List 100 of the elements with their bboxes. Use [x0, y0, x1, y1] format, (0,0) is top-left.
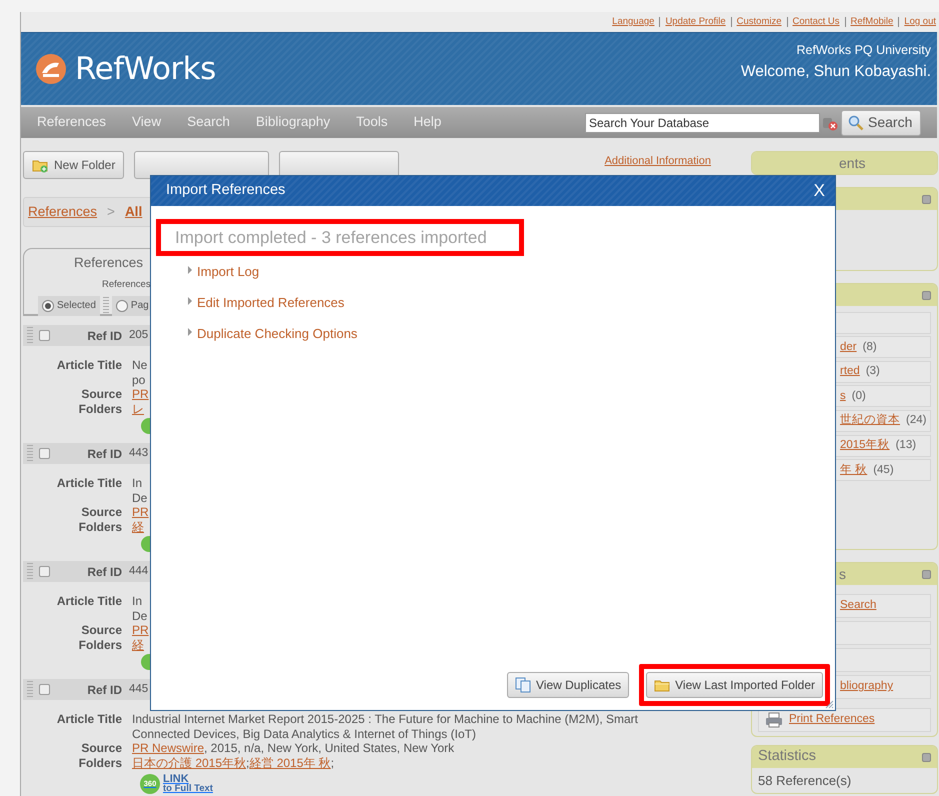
field-value: Ne — [132, 358, 148, 372]
close-button[interactable]: X — [814, 178, 825, 204]
folder-link[interactable]: der — [840, 338, 857, 356]
field-label: Article Title — [56, 594, 122, 610]
panel-title: s — [839, 564, 846, 584]
dialog-link[interactable]: Edit Imported References — [197, 292, 344, 312]
field-value: Industrial Internet Market Report 2015-2025 : The Future for Machine to Machine (M2M), Smart Connected Devices, Big Data Analytics & Internet of Things (IoT) — [132, 712, 640, 741]
panel-title: References — [74, 254, 144, 272]
panel-title: ents — [839, 154, 866, 172]
dialog-link[interactable]: Duplicate Checking Options — [197, 324, 358, 344]
triangle-icon — [188, 266, 192, 274]
field-label: Source — [80, 623, 122, 638]
breadcrumb-link[interactable]: References — [28, 202, 98, 222]
field-label: Ref ID — [86, 446, 122, 462]
folder-link[interactable]: 世紀の資本 — [840, 412, 900, 430]
breadcrumb-separator: > — [107, 202, 115, 221]
field-link[interactable]: 日本の介護 2015年秋 — [132, 756, 246, 770]
field-value: po — [132, 372, 146, 387]
folder-link[interactable]: 年 秋 — [840, 462, 868, 479]
search-button[interactable]: Search — [841, 110, 921, 136]
field-link[interactable]: 経 — [132, 638, 144, 652]
top-link[interactable]: Update Profile — [665, 17, 726, 27]
nav-item[interactable]: References — [37, 112, 106, 133]
new-folder-button[interactable]: New Folder — [23, 151, 124, 179]
radio-label: Selected — [57, 299, 96, 313]
badge-icon — [141, 418, 151, 434]
folder-link[interactable]: s — [840, 388, 846, 405]
field-label: Ref ID — [86, 328, 122, 344]
sidebar-link[interactable]: Print References — [758, 708, 931, 732]
folder-count: (45) — [873, 462, 894, 478]
link-subtitle: to Full Text — [163, 784, 213, 794]
view-folder-button[interactable]: View Last Imported Folder — [646, 672, 823, 698]
logo-icon — [35, 53, 67, 85]
field-label: Folders — [78, 756, 122, 770]
top-link[interactable]: Language — [612, 17, 654, 27]
nav-item[interactable]: Help — [414, 112, 442, 133]
dialog-link[interactable]: Import Log — [197, 262, 260, 282]
field-link[interactable]: PR — [132, 623, 149, 638]
nav-item[interactable]: Search — [187, 112, 230, 133]
field-link[interactable]: 経営 2015年 秋 — [249, 756, 331, 770]
top-link[interactable]: Customize — [736, 17, 782, 27]
field-link[interactable]: PR — [132, 387, 149, 402]
field-link[interactable]: 経 — [132, 520, 144, 534]
folder-link[interactable]: rted — [840, 363, 860, 380]
field-label: Folders — [78, 402, 122, 416]
field-link[interactable]: レ — [132, 402, 144, 416]
folder-link[interactable]: 2015年秋 — [840, 436, 890, 454]
top-link[interactable]: Contact Us — [792, 17, 840, 27]
folder-count: (24) — [906, 413, 926, 428]
search-field[interactable]: Search Your Database — [585, 112, 820, 132]
breadcrumb-link[interactable]: All — [124, 202, 142, 222]
field-label: Article Title — [56, 358, 122, 374]
folder-add-icon — [32, 158, 49, 172]
nav-item[interactable]: View — [132, 112, 162, 133]
badge-icon — [141, 536, 151, 552]
top-link[interactable]: RefMobile — [850, 17, 894, 27]
badge-icon — [141, 654, 151, 670]
field-label: Ref ID — [86, 564, 122, 580]
radio-option[interactable]: Pag — [112, 296, 153, 316]
radio-icon[interactable] — [42, 300, 54, 312]
checkbox[interactable] — [39, 566, 50, 577]
field-link[interactable]: PR — [132, 505, 149, 520]
additional-information-link[interactable]: Additional Information — [604, 153, 711, 170]
field-label: Article Title — [56, 476, 122, 492]
checkbox[interactable] — [39, 684, 50, 695]
institution-name: RefWorks PQ University — [795, 42, 931, 59]
triangle-icon — [188, 328, 192, 336]
status-message: Import completed - 3 references imported — [156, 219, 524, 256]
field-value: De — [132, 490, 148, 505]
checkbox[interactable] — [39, 448, 50, 459]
field-label: Folders — [78, 520, 122, 534]
radio-option[interactable]: Selected — [38, 296, 100, 316]
radio-icon[interactable] — [116, 300, 128, 312]
field-link[interactable]: PR Newswire — [132, 741, 204, 755]
field-label: Source — [80, 387, 122, 402]
top-link[interactable]: Log out — [904, 17, 936, 27]
field-value: In — [132, 476, 144, 490]
folder-count: (3) — [866, 364, 880, 380]
field-value: 日本の介護 2015年秋;経営 2015年 秋; — [132, 756, 334, 770]
folder-count: (0) — [852, 388, 866, 404]
field-value: PR Newswire, 2015, n/a, New York, United States, New York — [132, 741, 454, 756]
minimize-icon[interactable] — [922, 194, 931, 204]
view-duplicates-button[interactable]: View Duplicates — [506, 672, 630, 698]
minimize-icon[interactable] — [922, 290, 931, 300]
minimize-icon[interactable] — [922, 752, 931, 762]
checkbox[interactable] — [39, 330, 50, 341]
nav-item[interactable]: Tools — [356, 112, 388, 133]
ref-id-value: 444 — [129, 564, 148, 579]
field-label: Folders — [78, 638, 122, 652]
field-value: In — [132, 594, 144, 608]
folder-icon — [654, 678, 670, 692]
duplicates-icon — [514, 677, 531, 693]
resize-grip-icon[interactable] — [824, 699, 834, 709]
nav-item[interactable]: Bibliography — [256, 112, 330, 133]
radio-label: Pag — [130, 299, 149, 313]
triangle-icon — [188, 297, 192, 305]
minimize-icon[interactable] — [922, 570, 931, 578]
grip-icon — [102, 296, 109, 314]
ref-id-value: 445 — [129, 682, 148, 697]
field-value: De — [132, 608, 148, 623]
